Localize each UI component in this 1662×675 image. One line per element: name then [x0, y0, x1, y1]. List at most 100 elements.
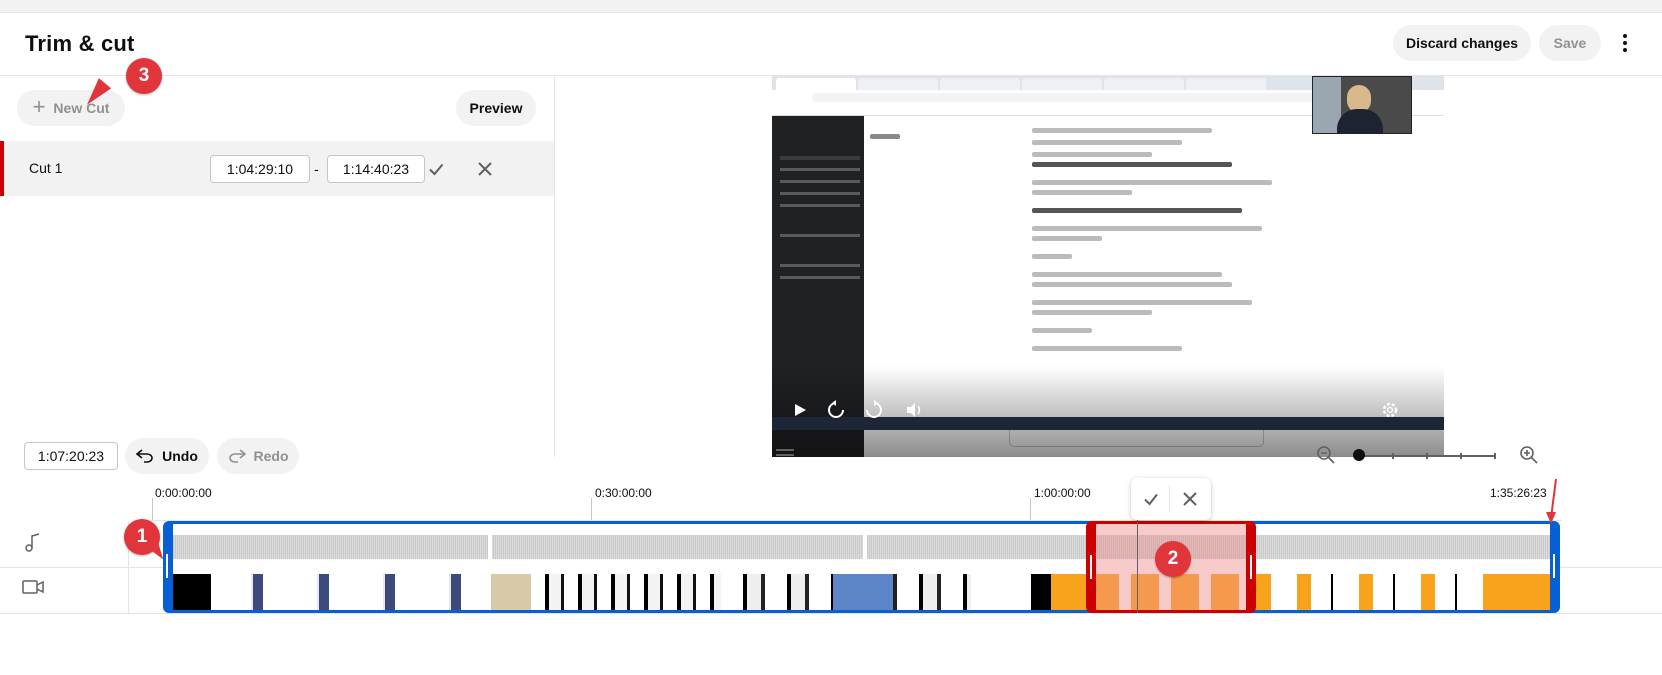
play-icon[interactable] — [788, 398, 812, 422]
video-thumbnail — [173, 574, 211, 610]
video-thumbnail — [1491, 574, 1550, 610]
browser-tab — [1186, 78, 1266, 90]
redo-label: Redo — [253, 448, 289, 464]
video-thumbnails — [173, 571, 1550, 610]
browser-tab — [940, 78, 1020, 90]
forward-10-icon[interactable] — [862, 398, 886, 422]
sidebar-item — [780, 234, 860, 237]
chat-text-line — [1032, 190, 1132, 195]
chat-text-line — [1032, 140, 1182, 145]
browser-tab — [858, 78, 938, 90]
time-separator: - — [314, 161, 319, 177]
video-thumbnail — [1271, 574, 1491, 610]
chat-text-line — [1032, 310, 1152, 315]
save-button[interactable]: Save — [1539, 25, 1601, 61]
cut-end-time-field[interactable]: 1:14:40:23 — [327, 155, 425, 183]
chat-text-line — [1032, 180, 1272, 185]
current-time-field[interactable]: 1:07:20:23 — [24, 442, 118, 470]
editor-header: Trim & cut Discard changes Save — [0, 13, 1662, 76]
sidebar-item — [780, 192, 860, 195]
popover-divider — [1169, 486, 1170, 512]
close-cut-icon[interactable] — [470, 154, 500, 184]
chat-text-line — [1032, 236, 1102, 241]
cancel-close-icon[interactable] — [1175, 484, 1205, 514]
video-thumbnail — [971, 574, 1031, 610]
video-thumbnail — [1051, 574, 1091, 610]
zoom-out-icon[interactable] — [1311, 440, 1341, 470]
sidebar-item — [780, 264, 860, 267]
ruler-tick — [591, 498, 592, 520]
zoom-tick — [1494, 453, 1496, 459]
browser-tab — [1022, 78, 1102, 90]
cut-end-handle[interactable] — [1250, 555, 1252, 579]
chat-text-line — [1032, 226, 1262, 231]
redo-button[interactable]: Redo — [217, 438, 299, 474]
chat-model-label — [870, 134, 900, 139]
preview-area — [555, 76, 1662, 457]
top-bar — [0, 0, 1662, 13]
annotation-badge-3: 3 — [126, 58, 162, 94]
settings-gear-icon[interactable] — [1378, 398, 1402, 422]
video-player[interactable] — [772, 76, 1444, 457]
timeline-bottom-border — [0, 613, 1662, 614]
plus-icon: + — [32, 94, 46, 119]
trim-end-handle[interactable] — [1553, 554, 1555, 578]
waveform-gap — [863, 524, 867, 570]
chat-text-line — [1032, 346, 1182, 351]
chat-text-line — [1032, 152, 1152, 157]
sidebar-item — [780, 156, 860, 160]
cut-start-time-field[interactable]: 1:04:29:10 — [210, 155, 310, 183]
discard-changes-button[interactable]: Discard changes — [1393, 25, 1531, 61]
browser-tab — [776, 78, 856, 90]
cut-row[interactable]: Cut 1 1:04:29:10 - 1:14:40:23 — [0, 141, 554, 196]
sidebar-item — [780, 204, 860, 207]
video-thumbnail — [211, 574, 491, 610]
chat-text-line — [1032, 128, 1212, 133]
chat-text-line — [1032, 300, 1252, 305]
cut-confirm-popover — [1131, 478, 1211, 520]
ruler-label: 0:00:00:00 — [155, 486, 212, 500]
waveform-gap — [488, 524, 492, 570]
cut-indicator — [0, 141, 4, 196]
zoom-tick — [1426, 453, 1428, 459]
sidebar-item — [780, 276, 860, 279]
zoom-tick — [1460, 453, 1462, 459]
rewind-10-icon[interactable] — [824, 398, 848, 422]
more-options-icon[interactable] — [1610, 28, 1640, 58]
sidebar-item — [780, 180, 860, 183]
volume-icon[interactable] — [902, 398, 926, 422]
sidebar-item — [780, 168, 860, 171]
undo-button[interactable]: Undo — [125, 438, 209, 474]
zoom-tick — [1392, 453, 1394, 459]
ruler-label: 1:35:26:23 — [1490, 486, 1547, 500]
confirm-cut-icon[interactable] — [421, 154, 451, 184]
chat-text-line — [1032, 254, 1072, 259]
chat-sidebar-header — [778, 122, 858, 136]
panel-resize-handle[interactable] — [776, 449, 794, 457]
zoom-slider-knob[interactable] — [1353, 449, 1365, 461]
ruler-label: 1:00:00:00 — [1034, 486, 1091, 500]
undo-label: Undo — [162, 448, 198, 464]
undo-icon — [136, 449, 153, 463]
page-title: Trim & cut — [25, 31, 135, 56]
ruler-label: 0:30:00:00 — [595, 486, 652, 500]
cut-start-handle[interactable] — [1090, 555, 1092, 579]
zoom-in-icon[interactable] — [1514, 440, 1544, 470]
chat-text-line — [1032, 282, 1232, 287]
chat-text-line — [1032, 328, 1092, 333]
annotation-badge-2: 2 — [1155, 541, 1191, 577]
timeline-clip[interactable] — [163, 521, 1560, 613]
new-cut-button[interactable]: + New Cut — [17, 90, 125, 126]
trim-start-handle[interactable] — [166, 554, 168, 578]
chat-text-line — [1032, 162, 1232, 167]
preview-button[interactable]: Preview — [456, 90, 536, 126]
chat-text-line — [1032, 272, 1222, 277]
address-input — [812, 93, 1318, 102]
video-thumbnail — [833, 574, 893, 610]
browser-tab — [1104, 78, 1184, 90]
annotation-arrow-icon — [1544, 478, 1560, 531]
confirm-check-icon[interactable] — [1136, 484, 1166, 514]
video-thumbnail — [1031, 574, 1051, 610]
video-thumbnail — [491, 574, 531, 610]
ruler-tick — [1030, 498, 1031, 520]
